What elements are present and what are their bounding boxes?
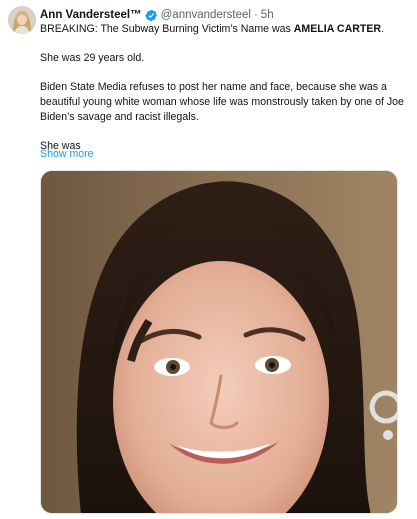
show-more-link[interactable]: Show more bbox=[40, 147, 94, 162]
author-name[interactable]: Ann Vandersteel™ bbox=[40, 9, 142, 21]
avatar-image bbox=[8, 6, 36, 34]
tweet-text: BREAKING: The Subway Burning Victim’s Na… bbox=[40, 22, 408, 154]
tweet-paragraph-2: She was 29 years old. bbox=[40, 52, 145, 64]
tweet-text-suffix: . bbox=[381, 23, 385, 35]
tweet-media-photo[interactable] bbox=[40, 170, 398, 514]
tweet-card[interactable]: Ann Vandersteel™ @annvandersteel · 5h BR… bbox=[0, 0, 417, 519]
tweet-text-prefix: BREAKING: The Subway Burning Victim’s Na… bbox=[40, 23, 294, 35]
tweet-paragraph-3: Biden State Media refuses to post her na… bbox=[40, 81, 404, 123]
tweet-paragraph-4: She was bbox=[40, 140, 81, 152]
tweet-timestamp[interactable]: 5h bbox=[261, 9, 274, 21]
verified-badge-icon bbox=[145, 9, 158, 22]
header-separator: · bbox=[253, 9, 258, 21]
tweet-header: Ann Vandersteel™ @annvandersteel · 5h bbox=[40, 7, 274, 23]
tweet-paragraph-1: BREAKING: The Subway Burning Victim’s Na… bbox=[40, 22, 408, 37]
victim-name: AMELIA CARTER bbox=[293, 23, 382, 35]
author-handle[interactable]: @annvandersteel bbox=[161, 9, 251, 21]
author-avatar[interactable] bbox=[8, 6, 36, 34]
portrait-photo bbox=[41, 171, 397, 513]
